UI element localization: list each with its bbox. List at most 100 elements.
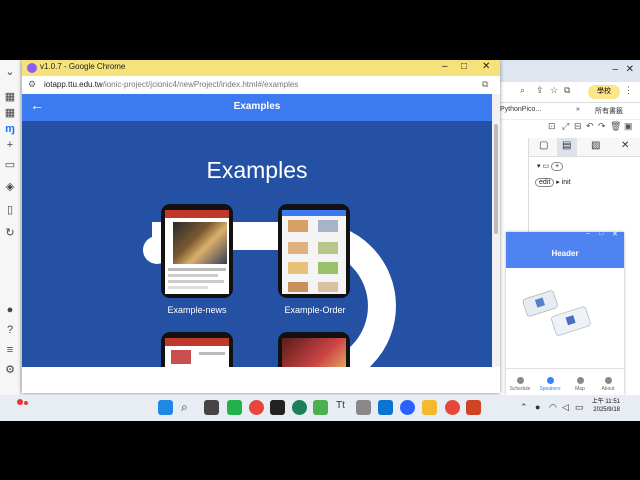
search-icon[interactable]: ⌕ (181, 400, 196, 415)
thumbnail-4 (282, 338, 346, 367)
collapse-icon[interactable]: ⊟ (574, 121, 582, 132)
all-bookmarks[interactable]: 所有書籤 (595, 106, 623, 116)
ionic-logo-icon[interactable]: ɱ (3, 122, 17, 136)
bookmarks-bar: PythonPico... » 所有書籤 (500, 103, 640, 120)
document-icon[interactable]: ▯ (3, 203, 17, 217)
windows-start-icon[interactable] (158, 400, 173, 415)
text-app-icon[interactable]: Tt (336, 400, 351, 415)
add-icon[interactable]: + (3, 138, 17, 152)
battery-icon[interactable]: ▭ (575, 402, 584, 413)
redo-icon[interactable]: ↷ (598, 121, 606, 132)
tab-schedule[interactable]: Schedule (506, 377, 534, 392)
news-thumbnail (165, 210, 229, 294)
chrome-icon-2[interactable] (445, 400, 460, 415)
calendar-icon (516, 377, 524, 384)
page-title: Examples (206, 157, 308, 183)
minimize-icon[interactable]: – (612, 64, 618, 75)
close-icon[interactable]: ✕ (626, 64, 634, 75)
code-icon[interactable]: ⊡ (548, 121, 556, 132)
css-icon[interactable]: ▧ (591, 140, 600, 151)
powerpoint-icon[interactable] (466, 400, 481, 415)
close-icon[interactable]: ✕ (612, 230, 618, 238)
folder-icon[interactable]: ▭ (3, 158, 17, 172)
phones-illustration (522, 290, 591, 336)
undo-icon[interactable]: ↶ (586, 121, 594, 132)
example-order-label[interactable]: Example-Order (265, 305, 365, 315)
example-order-card[interactable] (278, 204, 350, 298)
app-header: ← Examples (22, 94, 492, 121)
vscode-icon[interactable] (378, 400, 393, 415)
clock[interactable]: 上午 11:51 2025/9/18 (592, 398, 620, 414)
example-card-4[interactable] (278, 332, 350, 367)
terminal-icon[interactable] (270, 400, 285, 415)
save-icon[interactable]: ▣ (624, 121, 633, 132)
header-title: Examples (233, 101, 281, 112)
url-text[interactable]: iotapp.ttu.edu.tw/ionic-project/jcionic4… (44, 80, 298, 89)
layers-icon[interactable]: ◈ (3, 180, 17, 194)
editor-panel: ▢ ▤ ▧ ✕ ▾ ▭ + edit ▸ init (528, 138, 640, 238)
tree-folder[interactable]: ▾ ▭ + (537, 162, 564, 171)
minimize-icon[interactable]: – (586, 230, 590, 237)
database-icon[interactable]: ≡ (3, 343, 17, 357)
bookmark-item[interactable]: PythonPico... (500, 106, 541, 113)
help-icon[interactable]: ? (3, 323, 17, 337)
alert-icon[interactable] (17, 399, 23, 405)
star-icon[interactable]: ☆ (550, 85, 558, 96)
address-bar[interactable]: ⚙ iotapp.ttu.edu.tw/ionic-project/jcioni… (22, 76, 500, 95)
scrollbar-thumb[interactable] (494, 124, 498, 234)
edit-chip[interactable]: edit (535, 178, 555, 187)
grid-icon[interactable]: ▦ (3, 106, 17, 120)
volume-icon[interactable]: ◁ (562, 402, 569, 413)
info-icon (604, 377, 612, 384)
init-label: init (561, 179, 571, 186)
alert-dot (24, 401, 28, 405)
chevron-up-icon[interactable]: ⌃ (520, 402, 528, 413)
tree-node[interactable]: edit ▸ init (535, 178, 571, 187)
shield-icon[interactable] (400, 400, 415, 415)
translate-icon[interactable]: ⧉ (482, 79, 488, 90)
minimize-button[interactable]: – (442, 61, 448, 72)
background-titlebar: – ✕ (500, 60, 640, 82)
refresh-icon[interactable]: ↻ (3, 226, 17, 240)
site-info-icon[interactable]: ⚙ (28, 79, 36, 90)
microphone-icon[interactable]: ● (535, 402, 540, 412)
restore-icon[interactable]: □ (599, 230, 603, 237)
wifi-icon[interactable]: ◠ (549, 402, 557, 413)
more-icon[interactable]: ⋮ (624, 85, 633, 96)
chevron-down-icon[interactable]: ⌄ (3, 65, 17, 79)
share-icon[interactable]: ⇪ (536, 85, 544, 96)
page-icon[interactable]: ▤ (562, 140, 571, 151)
profile-chip[interactable]: 學校 (588, 85, 620, 99)
tab-map[interactable]: Map (566, 377, 594, 392)
close-button[interactable]: ✕ (482, 61, 490, 72)
tab-speakers[interactable]: Speakers (536, 377, 564, 392)
example-news-label[interactable]: Example-news (147, 305, 247, 315)
app-favicon-icon (27, 63, 37, 73)
user-icon[interactable]: ● (3, 303, 17, 317)
desktop-area: ⌄ ▦ ▦ ɱ + ▭ ◈ ▯ ↻ ● ? ≡ ⚙ ion-footer – ✕… (0, 60, 640, 420)
file-explorer-icon[interactable] (422, 400, 437, 415)
tab-about[interactable]: About (594, 377, 622, 392)
thumbnail-3 (165, 338, 229, 367)
app-icon-grey[interactable] (356, 400, 371, 415)
bookmark-chevron-icon[interactable]: » (576, 106, 580, 113)
component-icon[interactable]: ▢ (539, 140, 548, 151)
extensions-icon[interactable]: ⧉ (564, 85, 570, 96)
scrollbar[interactable] (492, 94, 500, 367)
search-icon[interactable]: ⌕ (520, 85, 525, 96)
line-app-icon[interactable] (227, 400, 242, 415)
expand-icon[interactable]: ⤢ (562, 121, 569, 132)
person-icon (546, 377, 554, 384)
settings-icon[interactable]: ⚙ (3, 363, 17, 377)
tools-icon[interactable]: ✕ (621, 140, 629, 151)
task-view-icon[interactable] (204, 400, 219, 415)
example-card-3[interactable] (161, 332, 233, 367)
delete-icon[interactable]: 🗑 (610, 121, 621, 132)
window-title: v1.0.7 - Google Chrome (40, 62, 126, 71)
app-icon-leaf[interactable] (313, 400, 328, 415)
restore-button[interactable]: □ (461, 61, 467, 72)
chrome-icon[interactable] (249, 400, 264, 415)
app-icon-green[interactable] (292, 400, 307, 415)
example-news-card[interactable] (161, 204, 233, 298)
apps-grid-icon[interactable]: ▦ (3, 90, 17, 104)
